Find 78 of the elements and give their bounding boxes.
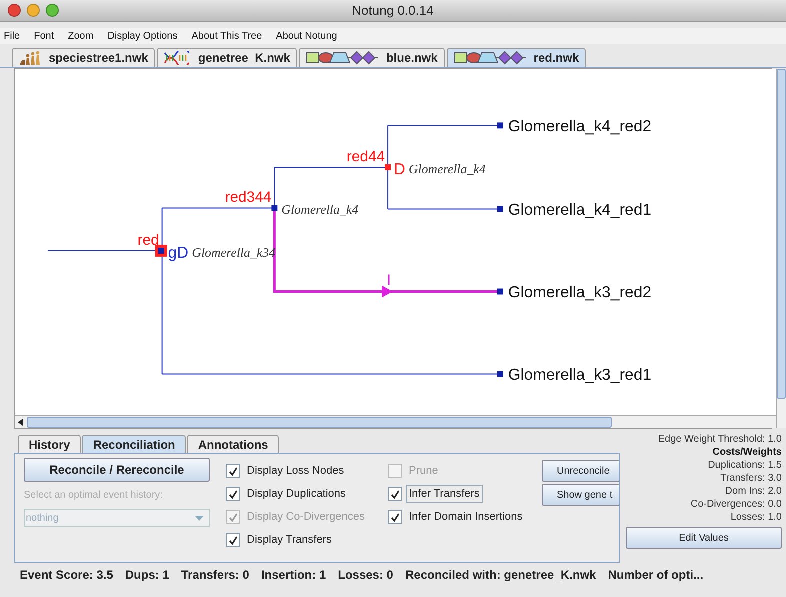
horizontal-scrollbar[interactable]: [15, 415, 776, 428]
menu-item[interactable]: Font: [34, 28, 54, 44]
leaf-marker: [497, 122, 504, 129]
species-label: Glomerella_k4: [282, 202, 359, 218]
cost-value: Losses: 1.0: [730, 511, 782, 524]
cost-value: Duplications: 1.5: [708, 459, 782, 472]
cost-value: Co-Divergences: 0.0: [690, 498, 782, 511]
window-title: Notung 0.0.14: [351, 2, 435, 20]
check-icon: [228, 536, 238, 544]
cost-value: Transfers: 3.0: [720, 472, 782, 485]
duplication-node: [385, 164, 392, 170]
option-label: Display Loss Nodes: [246, 464, 346, 479]
checkbox[interactable]: [226, 487, 240, 501]
node-marker: [158, 248, 164, 254]
menu-item[interactable]: About Notung: [276, 28, 338, 44]
file-tab[interactable]: blue.nwk: [299, 48, 445, 67]
checkbox[interactable]: [388, 487, 402, 501]
leaf-label: Glomerella_k4_red1: [508, 202, 652, 220]
leaf-marker: [497, 288, 504, 295]
edit-values-button[interactable]: Edit Values: [626, 527, 782, 549]
reconcile-button[interactable]: Reconcile / Rereconcile: [24, 458, 210, 482]
species-label: Glomerella_k4: [408, 161, 486, 176]
event-label: D: [394, 161, 406, 178]
check-icon: [228, 490, 238, 498]
transfer-label: I: [387, 272, 392, 289]
status-item: Transfers: 0: [181, 567, 250, 584]
file-tab[interactable]: red.nwk: [446, 48, 586, 67]
node-tag: red44: [346, 149, 386, 166]
checkbox[interactable]: [226, 533, 240, 547]
leaf-label: Glomerella_k3_red2: [508, 284, 652, 302]
status-item: Reconciled with: genetree_K.nwk: [405, 567, 596, 584]
side-button[interactable]: Show gene t: [542, 484, 619, 506]
costs-title: Costs/Weights: [712, 446, 782, 459]
side-button[interactable]: Unreconcile: [542, 460, 619, 482]
menu-item[interactable]: Zoom: [68, 28, 94, 44]
menu-item[interactable]: File: [4, 28, 20, 44]
option-label: Display Transfers: [246, 532, 333, 548]
leaf-marker: [497, 371, 504, 378]
panel-tab[interactable]: Annotations: [187, 435, 280, 453]
leaf-label: Glomerella_k3_red1: [508, 367, 652, 384]
zoom-icon[interactable]: [46, 4, 59, 17]
option-label: Infer Domain Insertions: [408, 510, 524, 525]
node-marker: [272, 205, 278, 212]
menu-item[interactable]: About This Tree: [192, 28, 262, 44]
status-item: Losses: 0: [338, 567, 394, 584]
select-label: Select an optimal event history:: [24, 489, 164, 503]
check-icon: [228, 466, 238, 476]
leaf-label: Glomerella_k4_red2: [508, 118, 652, 136]
close-icon[interactable]: [8, 4, 21, 17]
file-tab[interactable]: genetree_K.nwk: [157, 48, 298, 67]
panel-tab[interactable]: History: [18, 435, 82, 453]
status-item: Dups: 1: [125, 567, 170, 584]
vertical-scrollbar[interactable]: [776, 69, 786, 428]
option-label: Display Duplications: [246, 486, 348, 502]
status-item: Number of opti...: [608, 567, 704, 584]
panel-tab[interactable]: Reconciliation: [82, 435, 186, 453]
status-item: Event Score: 3.5: [20, 567, 114, 584]
check-icon: [228, 512, 238, 522]
option-label: Infer Transfers: [406, 484, 483, 504]
check-icon: [390, 490, 400, 498]
cost-value: Dom Ins: 2.0: [725, 485, 782, 498]
check-icon: [390, 512, 400, 522]
dna-icon: [164, 51, 190, 65]
leaf-marker: [497, 206, 504, 212]
domains-icon: [306, 51, 378, 65]
event-label: gD: [168, 244, 189, 262]
status-item: Insertion: 1: [261, 567, 326, 584]
edge-weight-threshold: Edge Weight Threshold: 1.0: [658, 433, 782, 446]
domains-icon: [454, 51, 526, 65]
menu-item[interactable]: Display Options: [108, 28, 178, 44]
file-tab[interactable]: speciestree1.nwk: [12, 48, 156, 67]
checkbox[interactable]: [226, 464, 240, 478]
option-label: Prune: [408, 464, 440, 479]
node-tag: red: [138, 233, 160, 250]
option-label: Display Co-Divergences: [246, 510, 366, 525]
node-tag: red344: [225, 190, 272, 206]
figures-icon: [19, 51, 41, 65]
checkbox[interactable]: [388, 510, 402, 524]
